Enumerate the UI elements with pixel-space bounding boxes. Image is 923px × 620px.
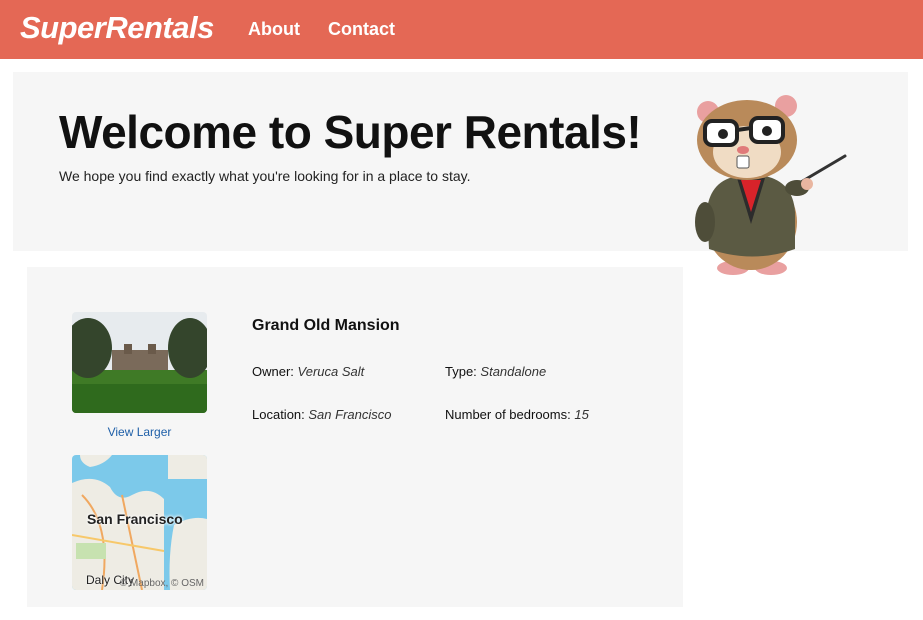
rental-bedrooms: Number of bedrooms: 15 bbox=[445, 407, 589, 422]
page-title: Welcome to Super Rentals! bbox=[59, 106, 642, 158]
rental-photo-thumbnail[interactable] bbox=[72, 312, 207, 413]
location-label: Location: bbox=[252, 407, 305, 422]
page-subtitle: We hope you find exactly what you're loo… bbox=[59, 168, 471, 184]
map-city-label: San Francisco bbox=[87, 511, 183, 527]
type-value: Standalone bbox=[480, 364, 547, 379]
rental-title: Grand Old Mansion bbox=[252, 317, 400, 334]
rental-location-map[interactable]: San Francisco Daly City © Mapbox, © OSM bbox=[72, 455, 207, 590]
rental-location: Location: San Francisco bbox=[252, 407, 391, 422]
rental-type: Type: Standalone bbox=[445, 364, 546, 379]
owner-label: Owner: bbox=[252, 364, 294, 379]
owner-value: Veruca Salt bbox=[297, 364, 365, 379]
rental-listing-card: View Larger San Francisco Daly City © Ma… bbox=[27, 267, 683, 607]
nav-link-about[interactable]: About bbox=[248, 19, 300, 40]
tomster-mascot-image bbox=[695, 95, 847, 275]
type-label: Type: bbox=[445, 364, 477, 379]
location-value: San Francisco bbox=[308, 407, 392, 422]
bedrooms-label: Number of bedrooms: bbox=[445, 407, 571, 422]
nav-link-contact[interactable]: Contact bbox=[328, 19, 395, 40]
brand-logo-link[interactable]: SuperRentals bbox=[20, 10, 214, 46]
top-nav: SuperRentals About Contact bbox=[0, 0, 923, 59]
map-attribution: © Mapbox, © OSM bbox=[119, 578, 204, 589]
view-larger-link[interactable]: View Larger bbox=[72, 425, 207, 439]
rental-owner: Owner: Veruca Salt bbox=[252, 364, 364, 379]
bedrooms-value: 15 bbox=[574, 407, 589, 422]
